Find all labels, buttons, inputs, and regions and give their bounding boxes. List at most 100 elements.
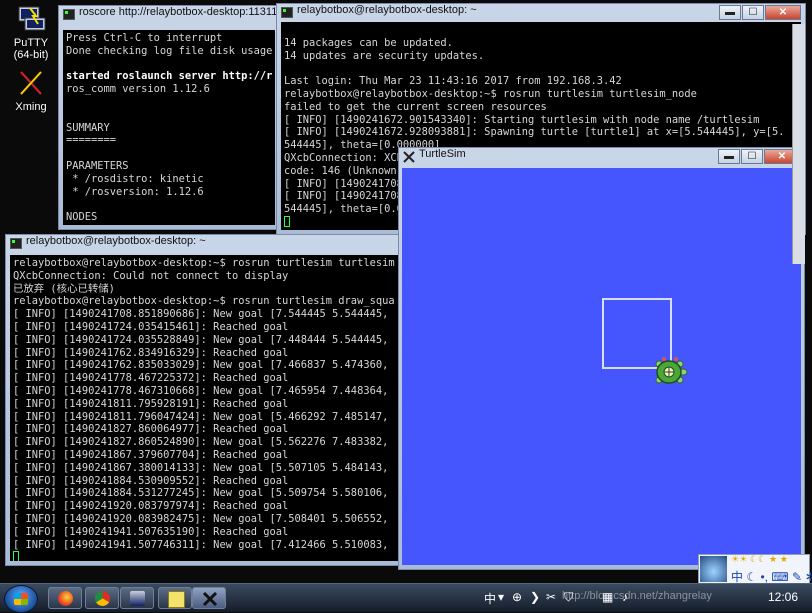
terminal-line: * /rosversion: 1.12.6: [66, 185, 204, 198]
turtlesim-titlebar[interactable]: TurtleSim ▬ ☐ ✕: [399, 148, 804, 166]
chrome-icon: [95, 591, 110, 606]
desktop-icon-xming[interactable]: Xming: [8, 68, 54, 113]
tray-globe-icon[interactable]: ⊕: [512, 590, 522, 604]
ime-status-icons: ☀☀ ☾☾ ★ ★: [731, 555, 788, 565]
minimize-button[interactable]: ▬: [719, 5, 741, 20]
ime-language-label: 中: [731, 570, 744, 584]
turtle-path: [602, 298, 672, 369]
firefox-icon: [58, 591, 73, 606]
terminal-line: [ INFO] [1490241762.835033029]: New goal…: [13, 359, 389, 372]
desktop-icon-label: PuTTY: [13, 37, 49, 49]
terminal-icon: [63, 9, 75, 20]
terminal-line: ros_comm version 1.12.6: [66, 83, 210, 96]
terminal-line: [ INFO] [1490241672.901543340]: Starting…: [284, 113, 760, 126]
terminal-line: [ INFO] [1490241920.083797974]: Reached …: [13, 500, 289, 513]
terminal-line: [ INFO] [1490241884.530909552]: Reached …: [13, 474, 289, 487]
terminal-line: [ INFO] [1490241724.035528849]: New goal…: [13, 333, 389, 346]
start-button[interactable]: [4, 585, 38, 613]
turtlesim-canvas[interactable]: [402, 168, 801, 565]
terminal-line: [ INFO] [1490241778.467225372]: Reached …: [13, 372, 289, 385]
terminal-line: Press Ctrl-C to interrupt: [66, 32, 223, 44]
windows-logo-icon: [14, 593, 28, 605]
ime-logo-icon: [700, 556, 727, 582]
terminal-line: [ INFO] [1490241867.380014133]: New goal…: [13, 461, 389, 474]
putty-icon: [130, 591, 145, 606]
terminal-line: * /rosdistro: kinetic: [66, 172, 204, 185]
terminal-line: Done checking log file disk usage: [66, 44, 273, 57]
minimize-button[interactable]: ▬: [718, 149, 740, 164]
terminal-line: [ INFO] [1490241827.860064977]: Reached …: [13, 423, 289, 436]
maximize-button[interactable]: ☐: [742, 5, 764, 20]
ime-tool-icon: ✎: [792, 570, 803, 584]
terminal-line: [ INFO] [1490241708.851890686]: New goal…: [13, 308, 389, 321]
window-title: relaybotbox@relaybotbox-desktop: ~: [26, 235, 206, 247]
tray-chevron-icon[interactable]: ▾: [498, 590, 504, 604]
terminal-line: PARAMETERS: [66, 159, 129, 172]
taskbar-chrome[interactable]: [85, 587, 119, 609]
terminal-line: Last login: Thu Mar 23 11:43:16 2017 fro…: [284, 75, 622, 88]
window-title: TurtleSim: [419, 148, 466, 160]
terminal-line: QXcbConnection: Could not connect to dis…: [13, 269, 289, 282]
ime-keyboard-icon: ⌨: [771, 570, 789, 584]
terminal-line: [ INFO] [1490241884.531277245]: New goal…: [13, 487, 389, 500]
terminal-line: [ INFO] [1490241672.928093881]: Spawning…: [284, 126, 785, 139]
xming-icon: [19, 70, 43, 96]
window-title: relaybotbox@relaybotbox-desktop: ~: [297, 4, 477, 16]
language-indicator[interactable]: 中: [484, 590, 496, 607]
terminal-line: [ INFO] [1490241941.507635190]: Reached …: [13, 525, 289, 538]
terminal-line: [ INFO] [1490241811.795928191]: Reached …: [13, 397, 289, 410]
ime-toolbar[interactable]: ☀☀ ☾☾ ★ ★ 中 ☾ •, ⌨ ✎ ✲: [698, 554, 812, 584]
close-button[interactable]: ✕: [765, 5, 801, 20]
tray-tools-icon[interactable]: ✂: [546, 590, 556, 604]
terminal-line: relaybotbox@relaybotbox-desktop:~$ rosru…: [284, 87, 697, 100]
desktop-icon-label: (64-bit): [13, 49, 49, 61]
roscore-titlebar[interactable]: roscore http://relaybotbox-desktop:11311: [59, 6, 279, 24]
terminal-titlebar[interactable]: relaybotbox@relaybotbox-desktop: ~ ▬ ☐ ✕: [277, 4, 805, 22]
terminal-line: relaybotbox@relaybotbox-desktop:~$ rosru…: [13, 257, 395, 269]
terminal-cursor: [284, 215, 290, 227]
terminal-line: [ INFO] [1490241867.379607704]: Reached …: [13, 448, 289, 461]
terminal-line: 14 packages can be updated.: [284, 36, 453, 49]
roscore-window[interactable]: roscore http://relaybotbox-desktop:11311…: [58, 5, 280, 230]
maximize-button[interactable]: ☐: [741, 149, 763, 164]
draw-square-terminal-window[interactable]: relaybotbox@relaybotbox-desktop: ~ relay…: [5, 234, 405, 566]
terminal-line: relaybotbox@relaybotbox-desktop:~$ rosru…: [13, 295, 395, 308]
terminal-line: [ INFO] [1490241941.507746311]: New goal…: [13, 538, 389, 551]
terminal-icon: [281, 7, 293, 18]
terminal-line: 已放弃 (核心已转储): [13, 282, 115, 295]
desktop-icon-label: Xming: [15, 101, 47, 113]
notepad-icon: [168, 591, 185, 608]
x-icon: [403, 151, 415, 163]
turtle-icon: [655, 357, 688, 384]
terminal-icon: [10, 238, 22, 249]
draw-square-terminal[interactable]: relaybotbox@relaybotbox-desktop:~$ rosru…: [10, 255, 400, 561]
terminal-line: 14 updates are security updates.: [284, 49, 485, 62]
terminal-cursor: [13, 551, 19, 561]
terminal-scrollbar[interactable]: [792, 24, 805, 264]
taskbar-firefox[interactable]: [48, 587, 82, 609]
terminal-line: [ INFO] [1490241811.796047424]: New goal…: [13, 410, 389, 423]
ime-moon-icon: ☾: [746, 570, 758, 584]
tray-arrow-icon[interactable]: ❯: [530, 590, 540, 604]
roscore-terminal[interactable]: Press Ctrl-C to interrupt Done checking …: [63, 30, 275, 225]
terminal-line: started roslaunch server http://r: [66, 70, 273, 83]
terminal-line: [ INFO] [1490241778.467310668]: New goal…: [13, 384, 389, 397]
terminal-line: [ INFO] [1490241724.035415461]: Reached …: [13, 320, 289, 333]
window-title: roscore http://relaybotbox-desktop:11311: [79, 6, 278, 18]
taskbar-notepad[interactable]: [158, 587, 192, 609]
clock[interactable]: 12:06: [768, 590, 798, 604]
turtlesim-window[interactable]: TurtleSim ▬ ☐ ✕: [398, 147, 805, 570]
terminal-line: [ INFO] [1490241762.834916329]: Reached …: [13, 346, 289, 359]
desktop-icon-putty[interactable]: PuTTY (64-bit): [8, 4, 54, 61]
blog-watermark: http://blog.csdn.net/zhangrelay: [562, 590, 712, 602]
ime-dot-icon: •,: [760, 570, 769, 584]
terminal-titlebar[interactable]: relaybotbox@relaybotbox-desktop: ~: [6, 235, 404, 253]
taskbar-xming[interactable]: [192, 587, 226, 609]
taskbar-putty[interactable]: [120, 587, 154, 609]
